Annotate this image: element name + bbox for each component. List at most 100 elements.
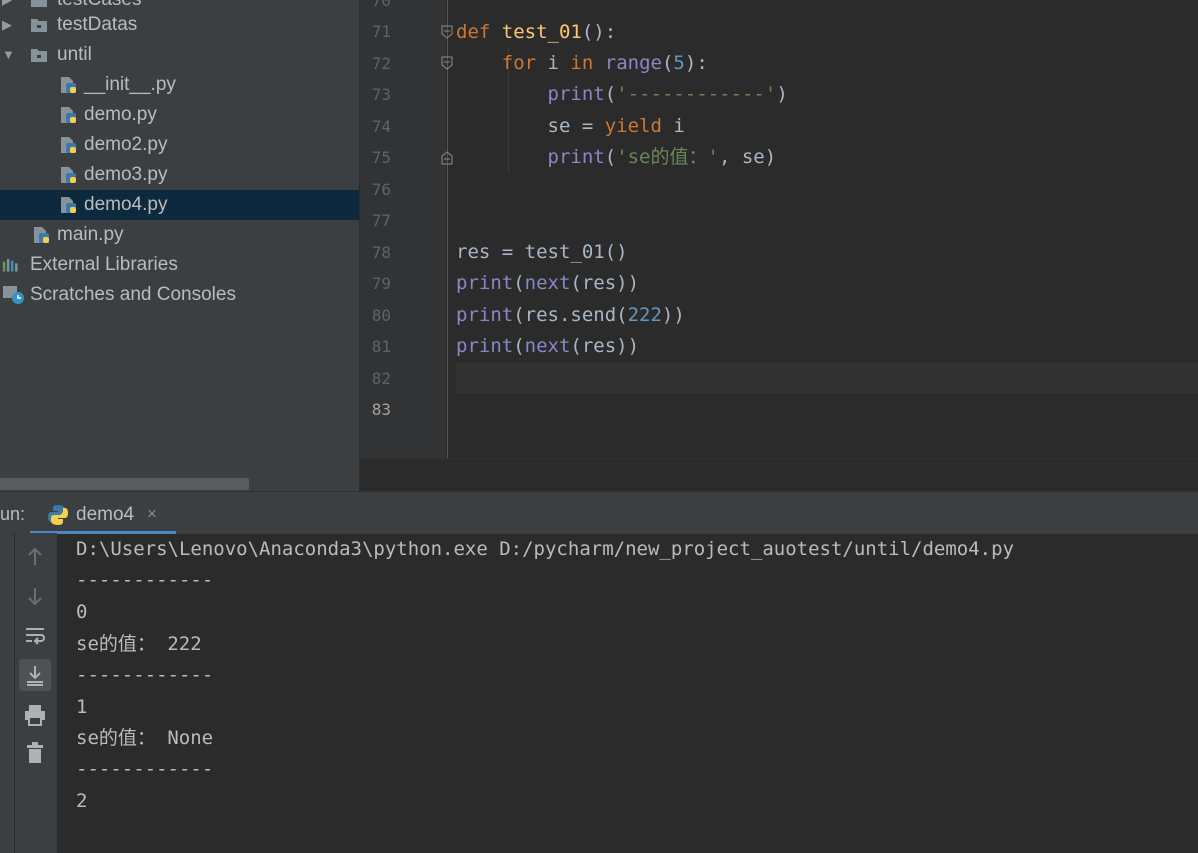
scroll-to-end-icon[interactable] [19, 659, 51, 691]
console-output[interactable]: D:\Users\Lenovo\Anaconda3\python.exe D:/… [76, 533, 1198, 853]
tree-item-label: External Libraries [30, 254, 178, 275]
run-label: un: [0, 504, 26, 524]
function-name: test_01 [501, 21, 582, 43]
tree-item-init-py[interactable]: __init__.py [0, 70, 359, 100]
keyword: for [501, 52, 537, 74]
trash-icon[interactable] [19, 737, 51, 769]
line-number: 76 [371, 180, 391, 199]
line-number: 79 [371, 274, 391, 293]
print-icon[interactable] [19, 699, 51, 731]
horizontal-scrollbar[interactable] [0, 478, 249, 490]
tree-item-testdatas[interactable]: ▶ testDatas [0, 10, 359, 40]
code-text: i [536, 52, 571, 74]
builtin: print [547, 83, 605, 105]
tree-item-label: __init__.py [84, 74, 176, 95]
code-line-78[interactable]: res = test_01() [456, 240, 628, 264]
code-line-73[interactable]: print('------------') [456, 82, 788, 106]
fold-marker-icon[interactable] [441, 56, 453, 70]
libraries-icon [2, 259, 18, 272]
tree-item-demo4-py[interactable]: demo4.py [0, 190, 359, 220]
folder-icon [31, 0, 47, 7]
line-number: 71 [371, 22, 391, 41]
expand-arrow-icon[interactable]: ▶ [2, 10, 16, 40]
code-text: (res.send( [513, 304, 628, 326]
run-left-strip [0, 533, 15, 853]
line-number: 75 [371, 148, 391, 167]
line-number-current: 83 [371, 400, 391, 419]
tree-item-label: demo3.py [84, 164, 168, 185]
code-text: )) [661, 304, 685, 326]
console-line: ------------ [76, 758, 214, 780]
code-line-81[interactable]: print(next(res)) [456, 334, 639, 358]
tree-item-demo3-py[interactable]: demo3.py [0, 160, 359, 190]
python-file-icon [61, 77, 76, 93]
console-line: 0 [76, 601, 88, 623]
tree-item-demo-py[interactable]: demo.py [0, 100, 359, 130]
line-number: 81 [371, 337, 391, 356]
run-tab-demo4[interactable]: demo4 × [30, 492, 176, 534]
code-line-79[interactable]: print(next(res)) [456, 271, 639, 295]
run-toolbar [15, 533, 57, 853]
code-text: i [661, 115, 685, 137]
collapse-arrow-icon[interactable]: ▼ [2, 40, 16, 70]
python-icon [48, 505, 68, 525]
tree-item-label: Scratches and Consoles [30, 284, 236, 305]
python-file-icon [34, 227, 49, 243]
tree-item-until[interactable]: ▼ until [0, 40, 359, 70]
folder-icon [31, 49, 47, 62]
keyword: yield [604, 115, 662, 137]
tree-item-demo2-py[interactable]: demo2.py [0, 130, 359, 160]
console-line: se的值： None [76, 727, 214, 749]
code-text: , se) [718, 146, 777, 168]
code-line-75[interactable]: print('se的值：', se) [456, 145, 777, 169]
code-text: (): [581, 21, 617, 43]
project-tree-panel: ▶ testCases ▶ testDatas ▼ until __init__… [0, 0, 359, 491]
code-line-71[interactable]: def test_01(): [456, 20, 616, 44]
fold-end-marker-icon[interactable] [441, 151, 453, 165]
number: 5 [673, 52, 685, 74]
console-line: ------------ [76, 664, 214, 686]
line-number-gutter: 70 71 72 73 74 75 76 77 78 79 80 81 82 8… [360, 0, 446, 458]
line-number: 73 [371, 85, 391, 104]
code-text: ( [604, 146, 617, 168]
line-number: 70 [371, 0, 391, 10]
number: 222 [627, 304, 662, 326]
string: 'se的值：' [616, 146, 719, 168]
code-editor[interactable]: 70 71 72 73 74 75 76 77 78 79 80 81 82 8… [360, 0, 1198, 491]
code-text: ): [684, 52, 708, 74]
tree-item-external-libraries[interactable]: External Libraries [0, 250, 359, 280]
python-file-icon [61, 137, 76, 153]
code-text: ( [513, 335, 525, 357]
tree-item-label: demo4.py [84, 194, 168, 215]
python-file-icon [61, 197, 76, 213]
line-number: 82 [371, 369, 391, 388]
down-arrow-icon[interactable] [19, 580, 51, 612]
tree-item-label: demo2.py [84, 134, 168, 155]
tree-item-label: testDatas [57, 14, 138, 35]
code-line-72[interactable]: for i in range(5): [456, 51, 708, 75]
scratches-icon [3, 286, 24, 304]
code-text: (res)) [570, 272, 640, 294]
builtin: next [524, 272, 571, 294]
console-line: D:\Users\Lenovo\Anaconda3\python.exe D:/… [76, 538, 1014, 560]
fold-marker-icon[interactable] [441, 25, 453, 39]
python-file-icon [61, 167, 76, 183]
code-line-74[interactable]: se = yield i [456, 114, 685, 138]
close-icon[interactable]: × [147, 504, 157, 524]
up-arrow-icon[interactable] [19, 541, 51, 573]
code-line-80[interactable]: print(res.send(222)) [456, 303, 685, 327]
tree-item-main-py[interactable]: main.py [0, 220, 359, 250]
code-text: ( [661, 52, 674, 74]
code-text: (res)) [570, 335, 640, 357]
tree-item-label: until [57, 44, 92, 65]
soft-wrap-icon[interactable] [19, 620, 51, 652]
console-line: se的值： 222 [76, 633, 202, 655]
console-line: 1 [76, 696, 88, 718]
folder-icon [31, 19, 47, 32]
keyword: in [570, 52, 594, 74]
line-number: 78 [371, 243, 391, 262]
builtin: range [604, 52, 662, 74]
code-text: ) [776, 83, 788, 105]
tree-item-scratches[interactable]: Scratches and Consoles [0, 280, 359, 310]
string: '------------' [616, 83, 777, 105]
